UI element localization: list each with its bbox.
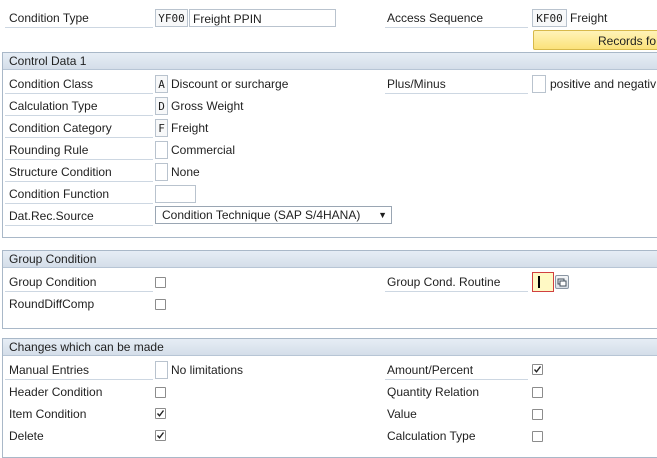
access-sequence-desc: Freight <box>570 11 608 25</box>
condition-class-label: Condition Class <box>5 74 153 94</box>
checkmark-icon <box>156 432 165 439</box>
condition-class-code-field[interactable]: A <box>155 75 168 93</box>
plus-minus-field[interactable] <box>532 75 546 93</box>
condition-type-code-field[interactable]: YF00 <box>155 9 188 27</box>
group-condition-checkbox[interactable] <box>155 277 166 288</box>
checkmark-icon <box>156 410 165 417</box>
plus-minus-label: Plus/Minus <box>385 74 528 94</box>
records-for-access-button[interactable]: Records fo <box>533 30 657 50</box>
dat-rec-source-value: Condition Technique (SAP S/4HANA) <box>162 208 361 222</box>
quantity-relation-label: Quantity Relation <box>387 385 480 399</box>
calculation-type-label: Calculation Type <box>5 96 153 116</box>
header-condition-label: Header Condition <box>9 385 103 399</box>
group-condition-title: Group Condition <box>3 251 657 268</box>
delete-label: Delete <box>9 429 44 443</box>
header-condition-checkbox[interactable] <box>155 387 166 398</box>
value-help-icon[interactable] <box>555 275 569 289</box>
manual-entries-code-field[interactable] <box>155 361 168 379</box>
condition-category-desc: Freight <box>171 121 209 135</box>
condition-function-label: Condition Function <box>5 184 153 204</box>
text-caret <box>538 276 540 288</box>
access-sequence-label: Access Sequence <box>385 8 528 28</box>
condition-type-label: Condition Type <box>5 8 153 28</box>
item-condition-checkbox[interactable] <box>155 408 166 419</box>
condition-function-field[interactable] <box>155 185 196 203</box>
dat-rec-source-select[interactable]: Condition Technique (SAP S/4HANA) ▼ <box>155 206 392 224</box>
rounding-rule-code-field[interactable] <box>155 141 168 159</box>
plus-minus-desc: positive and negativ <box>550 77 657 91</box>
dropdown-arrow-icon[interactable]: ▼ <box>378 207 387 223</box>
condition-class-desc: Discount or surcharge <box>171 77 289 91</box>
round-diff-comp-checkbox[interactable] <box>155 299 166 310</box>
condition-category-label: Condition Category <box>5 118 153 138</box>
group-cond-routine-field[interactable] <box>532 272 554 292</box>
item-condition-label: Item Condition <box>9 407 87 421</box>
calculation-type-desc: Gross Weight <box>171 99 244 113</box>
dat-rec-source-label: Dat.Rec.Source <box>5 206 153 226</box>
delete-checkbox[interactable] <box>155 430 166 441</box>
condition-category-code-field[interactable]: F <box>155 119 168 137</box>
control-data-title: Control Data 1 <box>3 53 657 70</box>
rounding-rule-desc: Commercial <box>171 143 236 157</box>
amount-percent-checkbox[interactable] <box>532 364 543 375</box>
structure-condition-code-field[interactable] <box>155 163 168 181</box>
amount-percent-label: Amount/Percent <box>385 360 528 380</box>
condition-type-desc-field[interactable]: Freight PPIN <box>189 9 336 27</box>
value-checkbox[interactable] <box>532 409 543 420</box>
changes-title: Changes which can be made <box>3 339 657 356</box>
access-sequence-code-field[interactable]: KF00 <box>532 9 567 27</box>
calc-type-change-label: Calculation Type <box>387 429 476 443</box>
manual-entries-desc: No limitations <box>171 363 244 377</box>
structure-condition-desc: None <box>171 165 200 179</box>
calc-type-change-checkbox[interactable] <box>532 431 543 442</box>
manual-entries-label: Manual Entries <box>5 360 153 380</box>
structure-condition-label: Structure Condition <box>5 162 153 182</box>
round-diff-comp-label: RoundDiffComp <box>9 297 95 311</box>
quantity-relation-checkbox[interactable] <box>532 387 543 398</box>
group-cond-routine-label: Group Cond. Routine <box>385 272 528 292</box>
checkmark-icon <box>533 366 542 373</box>
calculation-type-code-field[interactable]: D <box>155 97 168 115</box>
group-condition-label: Group Condition <box>5 272 153 292</box>
value-label: Value <box>387 407 417 421</box>
rounding-rule-label: Rounding Rule <box>5 140 153 160</box>
